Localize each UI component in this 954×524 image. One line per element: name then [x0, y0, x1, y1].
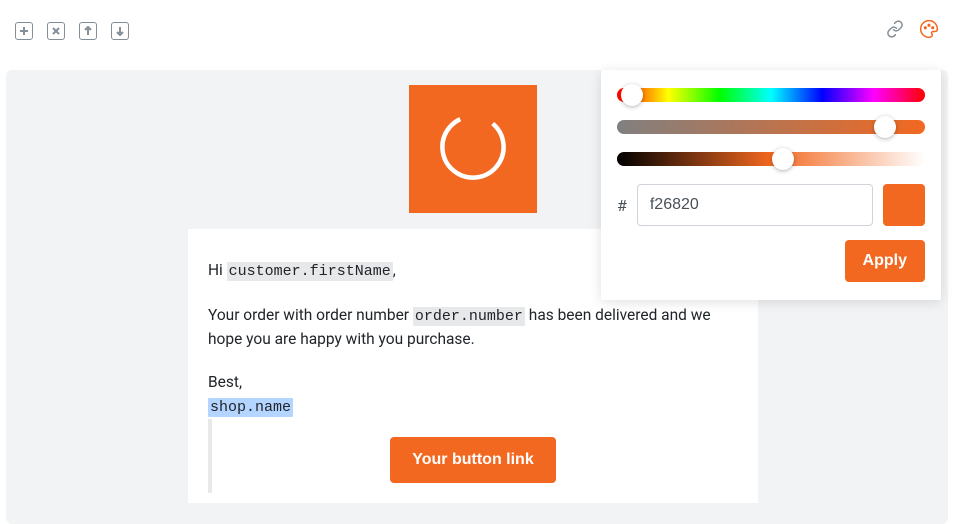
hue-thumb[interactable] [621, 84, 643, 106]
add-block-button[interactable] [15, 22, 33, 40]
saturation-thumb[interactable] [874, 116, 896, 138]
signoff-paragraph: Best, shop.name [208, 371, 738, 419]
variable-token-order-number[interactable]: order.number [413, 307, 525, 326]
arrow-down-icon [115, 24, 125, 39]
apply-button[interactable]: Apply [845, 240, 925, 282]
link-icon [886, 20, 904, 42]
move-up-button[interactable] [79, 22, 97, 40]
toolbar-right-group [885, 21, 939, 41]
apply-row: Apply [617, 240, 925, 282]
color-swatch [883, 184, 925, 226]
hue-slider[interactable] [617, 88, 925, 102]
cta-button[interactable]: Your button link [390, 437, 555, 483]
hex-input-row: # [617, 184, 925, 226]
remove-block-button[interactable] [47, 22, 65, 40]
x-icon [51, 24, 61, 39]
hex-hash-label: # [617, 196, 627, 215]
toolbar-left-group [15, 22, 129, 40]
color-picker-toggle-button[interactable] [919, 21, 939, 41]
lightness-slider[interactable] [617, 152, 925, 166]
logo-block[interactable] [409, 85, 537, 213]
saturation-slider[interactable] [617, 120, 925, 134]
color-picker-panel: # Apply [601, 70, 941, 300]
palette-icon [919, 19, 939, 43]
move-down-button[interactable] [111, 22, 129, 40]
toolbar [0, 0, 954, 62]
variable-token-shop-name[interactable]: shop.name [208, 398, 293, 417]
greeting-suffix: , [393, 261, 396, 279]
arrow-up-icon [83, 24, 93, 39]
body-paragraph: Your order with order number order.numbe… [208, 304, 738, 352]
link-button[interactable] [885, 21, 905, 41]
body-prefix: Your order with order number [208, 306, 413, 324]
lightness-thumb[interactable] [772, 148, 794, 170]
signoff-text: Best, [208, 373, 242, 391]
logo-letter-icon [428, 102, 518, 196]
block-divider [208, 419, 212, 493]
button-block: Your button link [208, 437, 738, 483]
plus-icon [19, 24, 29, 39]
variable-token-customer-name[interactable]: customer.firstName [227, 262, 393, 281]
greeting-prefix: Hi [208, 261, 227, 279]
hex-input[interactable] [637, 184, 873, 226]
